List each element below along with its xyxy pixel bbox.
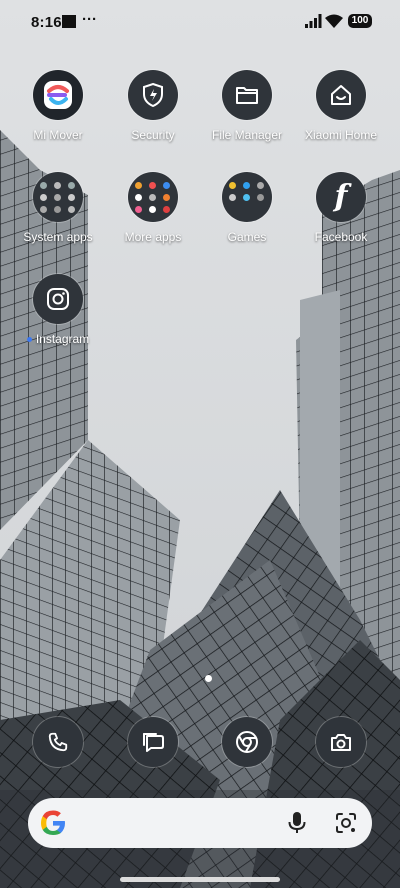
app-label-text: Instagram	[35, 332, 90, 346]
lens-icon[interactable]	[334, 811, 358, 835]
app-xiaomi-home[interactable]: Xiaomi Home	[291, 70, 391, 142]
chrome-icon	[236, 731, 258, 753]
new-app-dot	[26, 337, 32, 343]
app-label: Facebook	[314, 230, 368, 244]
shield-icon	[128, 70, 178, 120]
messages-icon	[143, 733, 164, 752]
status-bar: 8:16 ··· 100	[0, 0, 400, 44]
google-g-icon	[41, 810, 65, 835]
app-label: System apps	[23, 230, 93, 244]
status-time: 8:16	[31, 14, 62, 31]
mic-icon[interactable]	[286, 811, 308, 835]
folder-icon	[222, 70, 272, 120]
google-search-bar[interactable]	[28, 798, 372, 848]
phone-icon	[48, 732, 68, 752]
facebook-icon: f	[316, 172, 366, 222]
app-folder-more-apps[interactable]: More apps	[103, 172, 203, 244]
notification-icon	[62, 15, 76, 28]
app-label: Security	[131, 128, 175, 142]
dock-messages[interactable]	[128, 717, 178, 767]
folder-grid-icon	[33, 172, 83, 222]
dock-phone[interactable]	[33, 717, 83, 767]
mi-mover-icon	[33, 70, 83, 120]
page-indicator-dot	[205, 675, 212, 682]
app-folder-games[interactable]: Games	[197, 172, 297, 244]
signal-icon	[305, 14, 322, 28]
folder-grid-icon	[128, 172, 178, 222]
app-label: More apps	[124, 230, 182, 244]
app-label: Games	[227, 230, 267, 244]
instagram-icon	[33, 274, 83, 324]
app-label: Xiaomi Home	[304, 128, 378, 142]
app-label: File Manager	[211, 128, 283, 142]
app-file-manager[interactable]: File Manager	[197, 70, 297, 142]
app-mi-mover[interactable]: Mi Mover	[8, 70, 108, 142]
app-security[interactable]: Security	[103, 70, 203, 142]
dock-camera[interactable]	[316, 717, 366, 767]
app-folder-system-apps[interactable]: System apps	[8, 172, 108, 244]
home-icon	[316, 70, 366, 120]
folder-grid-icon	[222, 172, 272, 222]
gesture-nav-handle[interactable]	[120, 877, 280, 882]
more-notifications-icon: ···	[82, 11, 97, 28]
wifi-icon	[325, 14, 343, 28]
app-facebook[interactable]: f Facebook	[291, 172, 391, 244]
app-label: Instagram	[8, 332, 108, 346]
battery-icon: 100	[348, 14, 372, 28]
camera-icon	[331, 734, 351, 751]
app-label: Mi Mover	[33, 128, 83, 142]
dock-chrome[interactable]	[222, 717, 272, 767]
app-instagram[interactable]: Instagram	[8, 274, 108, 346]
